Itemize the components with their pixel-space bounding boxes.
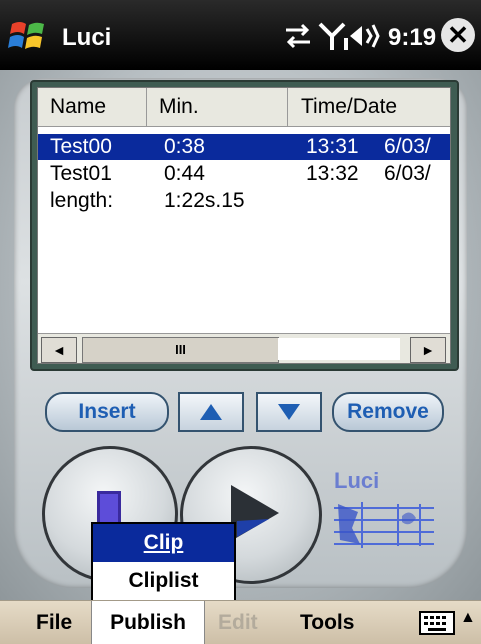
input-panel-arrow[interactable]: ▲: [460, 609, 476, 627]
remove-button[interactable]: Remove: [332, 392, 444, 432]
row-name: Test00: [50, 135, 112, 158]
scroll-right-button[interactable]: ►: [410, 337, 446, 363]
menu-item-cliplist[interactable]: Cliplist: [93, 562, 234, 600]
luci-logo-text: Luci: [334, 468, 380, 493]
move-up-button[interactable]: [178, 392, 244, 432]
row-name: length:: [50, 189, 114, 212]
row-min: 0:38: [164, 135, 205, 158]
list-row-test00[interactable]: Test00 0:38 13:31 6/03/: [38, 134, 450, 160]
row-min: 1:22s.15: [164, 189, 245, 212]
connectivity-icon[interactable]: [280, 18, 316, 54]
menu-bar: File Publish Edit Tools ▲: [0, 600, 481, 644]
scroll-left-button[interactable]: ◄: [41, 337, 77, 363]
column-header-min[interactable]: Min.: [147, 88, 288, 126]
volume-icon[interactable]: [346, 18, 382, 54]
menu-item-clip[interactable]: Clip: [93, 524, 234, 562]
column-header-name[interactable]: Name: [38, 88, 147, 126]
menu-item-label: Clip: [143, 531, 184, 554]
triangle-up-icon: [200, 404, 222, 420]
row-name: Test01: [50, 162, 112, 185]
status-bar: Luci 9:19 ✕: [0, 0, 481, 70]
horizontal-scrollbar[interactable]: ◄ III ►: [38, 333, 450, 363]
publish-popup-menu: Clip Cliplist: [91, 522, 236, 604]
triangle-down-icon: [278, 404, 300, 420]
keyboard-icon[interactable]: [419, 609, 455, 637]
row-date: 6/03/: [384, 162, 431, 185]
list-header: Name Min. Time/Date: [38, 88, 450, 127]
menu-file[interactable]: File: [36, 601, 72, 644]
row-date: 6/03/: [384, 135, 431, 158]
menu-publish[interactable]: Publish: [91, 601, 205, 644]
scroll-thumb[interactable]: III: [82, 337, 279, 363]
menu-edit: Edit: [218, 611, 258, 634]
menu-item-label: Cliplist: [128, 569, 199, 592]
close-icon[interactable]: ✕: [441, 18, 475, 52]
column-header-timedate[interactable]: Time/Date: [289, 88, 450, 126]
list-row-test01[interactable]: Test01 0:44 13:32 6/03/: [38, 161, 450, 187]
row-time: 13:32: [306, 162, 359, 185]
menu-tools[interactable]: Tools: [300, 601, 354, 644]
windows-start-icon[interactable]: [8, 18, 48, 54]
clock[interactable]: 9:19: [388, 24, 436, 52]
luci-logo-icon: [334, 502, 434, 548]
clip-list[interactable]: Name Min. Time/Date Test00 0:38 13:31 6/…: [37, 87, 451, 364]
insert-button[interactable]: Insert: [45, 392, 169, 432]
move-down-button[interactable]: [256, 392, 322, 432]
row-time: 13:31: [306, 135, 359, 158]
row-min: 0:44: [164, 162, 205, 185]
list-row-length: length: 1:22s.15: [38, 188, 450, 214]
scroll-track[interactable]: [278, 338, 400, 360]
app-title: Luci: [62, 24, 112, 51]
